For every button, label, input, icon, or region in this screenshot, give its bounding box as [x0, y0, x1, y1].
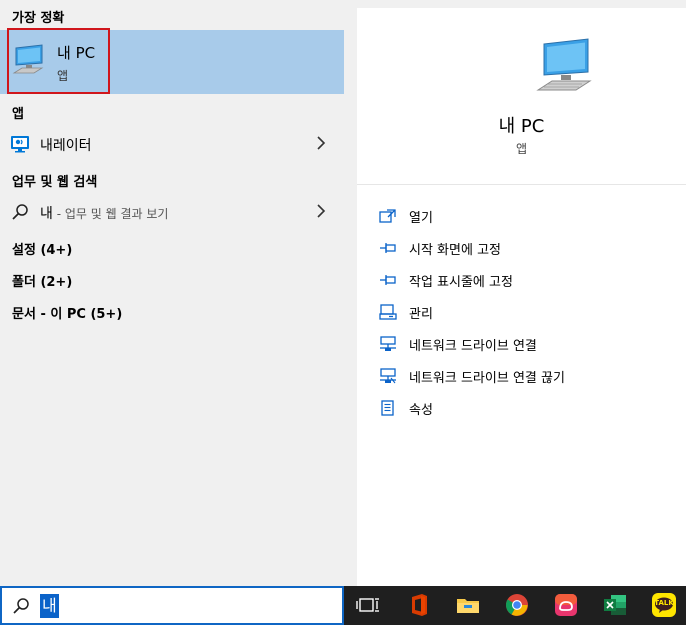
- action-open[interactable]: 열기: [379, 204, 669, 232]
- best-match-header: 가장 정확: [12, 11, 65, 26]
- file-explorer-icon[interactable]: [455, 592, 481, 618]
- category-settings[interactable]: 설정 (4+): [12, 239, 72, 258]
- action-label: 네트워크 드라이브 연결 끊기: [409, 371, 565, 386]
- kakaotalk-icon[interactable]: TALK: [651, 592, 677, 618]
- chevron-right-icon[interactable]: [316, 135, 326, 151]
- web-search-header: 업무 및 웹 검색: [12, 175, 98, 190]
- search-icon: [12, 204, 28, 220]
- action-pin-taskbar[interactable]: 작업 표시줄에 고정: [379, 268, 669, 296]
- action-properties[interactable]: 속성: [379, 396, 669, 424]
- search-box[interactable]: 내: [0, 586, 344, 625]
- kakaotalk-label: TALK: [654, 599, 674, 607]
- search-input[interactable]: 내: [40, 594, 59, 618]
- preview-title: 내 PC: [498, 116, 545, 137]
- action-map-network-drive[interactable]: 네트워크 드라이브 연결: [379, 332, 669, 360]
- manage-icon: [379, 304, 397, 320]
- web-search-label: 내 - 업무 및 웹 결과 보기: [40, 203, 168, 223]
- pin-icon: [380, 275, 396, 285]
- result-web-search[interactable]: 내 - 업무 및 웹 결과 보기: [0, 196, 344, 228]
- action-label: 관리: [409, 307, 433, 322]
- action-label: 열기: [409, 211, 433, 226]
- pin-icon: [380, 243, 396, 253]
- category-documents[interactable]: 문서 - 이 PC (5+): [12, 303, 122, 322]
- action-manage[interactable]: 관리: [379, 300, 669, 328]
- action-disconnect-network-drive[interactable]: 네트워크 드라이브 연결 끊기: [379, 364, 669, 392]
- preview-panel: 내 PC 앱 열기 시작 화면에 고정 작업 표시줄에 고정 관리 네트워크 드…: [357, 8, 686, 586]
- apps-header: 앱: [12, 107, 24, 122]
- action-pin-start[interactable]: 시작 화면에 고정: [379, 236, 669, 264]
- action-label: 속성: [409, 403, 433, 418]
- category-folders[interactable]: 폴더 (2+): [12, 271, 72, 290]
- web-search-query: 내: [40, 206, 53, 222]
- search-icon: [13, 598, 29, 614]
- taskbar: TALK: [344, 586, 686, 625]
- narrator-icon: [11, 136, 29, 153]
- chrome-icon[interactable]: [504, 592, 530, 618]
- action-label: 네트워크 드라이브 연결: [409, 339, 537, 354]
- narrator-label: 내레이터: [40, 138, 92, 154]
- creative-cloud-icon[interactable]: [553, 592, 579, 618]
- network-drive-disconnect-icon: [380, 368, 396, 384]
- search-results-panel: 가장 정확 내 PC 앱 앱 내레이터 업무 및 웹 검색 내 - 업무 및 웹…: [0, 0, 344, 586]
- preview-subtitle: 앱: [515, 142, 528, 156]
- network-drive-icon: [380, 336, 396, 351]
- divider: [357, 184, 686, 185]
- open-icon: [379, 209, 396, 223]
- highlight-box: [7, 28, 110, 94]
- excel-icon[interactable]: [602, 592, 628, 618]
- office-icon[interactable]: [406, 592, 432, 618]
- result-narrator[interactable]: 내레이터: [0, 128, 344, 160]
- task-view-icon[interactable]: [356, 592, 382, 618]
- this-pc-icon: [536, 38, 592, 91]
- properties-icon: [381, 400, 394, 416]
- chevron-right-icon[interactable]: [316, 203, 326, 219]
- action-label: 시작 화면에 고정: [409, 243, 501, 258]
- action-label: 작업 표시줄에 고정: [409, 275, 513, 290]
- web-search-suffix: - 업무 및 웹 결과 보기: [52, 207, 169, 221]
